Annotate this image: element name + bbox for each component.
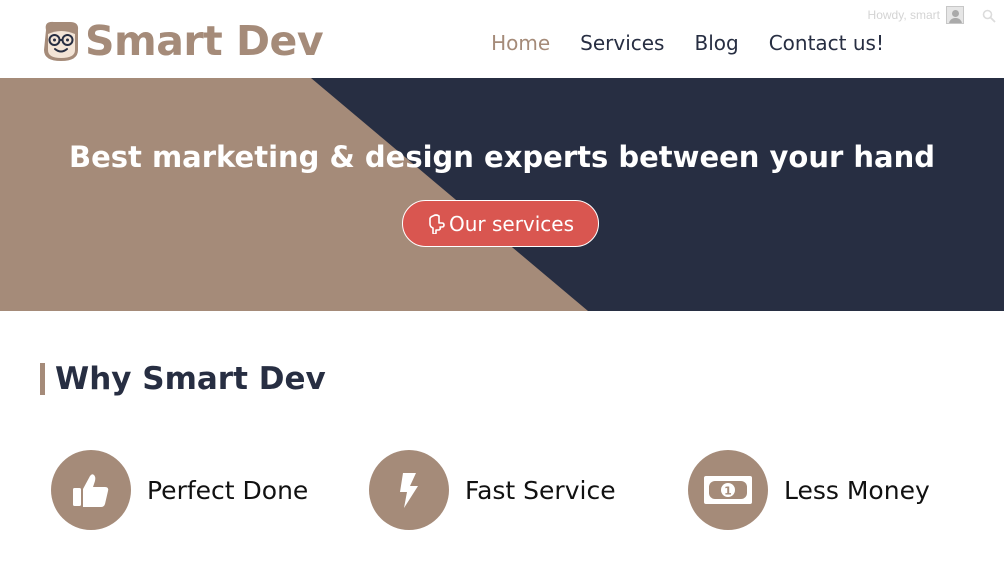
hand-pointing-icon <box>429 213 445 234</box>
avatar <box>946 6 964 24</box>
feature-less-money: 1 Less Money <box>688 450 930 530</box>
feature-icon-circle: 1 <box>688 450 768 530</box>
features-row: Perfect Done Fast Service 1 Less Money <box>51 450 971 530</box>
user-greeting[interactable]: Howdy, smart <box>868 6 964 24</box>
thumbs-up-icon <box>73 474 109 507</box>
feature-fast-service: Fast Service <box>369 450 616 530</box>
money-bill-icon: 1 <box>704 476 752 504</box>
nav-item-services[interactable]: Services <box>580 31 664 55</box>
hero-title: Best marketing & design experts between … <box>68 140 936 174</box>
nav-item-contact[interactable]: Contact us! <box>769 31 884 55</box>
main-nav: Home Services Blog Contact us! <box>461 31 884 55</box>
our-services-button[interactable]: Our services <box>402 200 599 247</box>
our-services-label: Our services <box>448 211 575 236</box>
why-title: Why Smart Dev <box>55 361 326 397</box>
nerd-face-icon <box>44 21 79 61</box>
svg-text:1: 1 <box>724 485 732 498</box>
feature-icon-circle <box>369 450 449 530</box>
feature-label: Less Money <box>784 475 930 505</box>
hero-diagonal-shape <box>0 78 588 311</box>
search-icon[interactable] <box>982 9 996 23</box>
nav-item-blog[interactable]: Blog <box>694 31 738 55</box>
hero-banner: Best marketing & design experts between … <box>0 78 1004 311</box>
site-logo[interactable]: Smart Dev <box>40 16 324 65</box>
nav-item-home[interactable]: Home <box>491 31 550 55</box>
logo-text: Smart Dev <box>85 16 324 65</box>
feature-perfect-done: Perfect Done <box>51 450 308 530</box>
heading-accent-bar <box>40 363 45 395</box>
feature-label: Fast Service <box>465 475 616 505</box>
site-header: Smart Dev Howdy, smart Home Services Blo… <box>0 0 1004 78</box>
greeting-text: Howdy, smart <box>867 8 940 22</box>
why-section-heading: Why Smart Dev <box>40 361 326 397</box>
feature-icon-circle <box>51 450 131 530</box>
feature-label: Perfect Done <box>147 475 309 505</box>
lightning-icon <box>400 473 418 508</box>
